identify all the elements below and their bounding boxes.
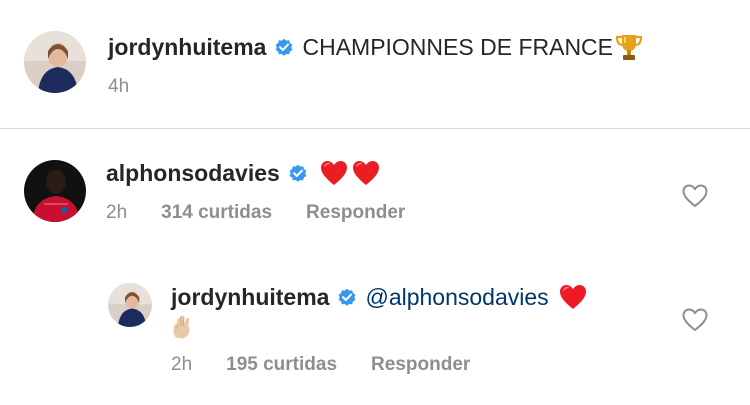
reply-mention-link[interactable]: @alphonsodavies (365, 284, 548, 311)
reply-likes-count[interactable]: 195 curtidas (226, 354, 337, 376)
comment-meta: 2h 314 curtidas Responder (106, 202, 439, 224)
reply-line: jordynhuitema @alphonsodavies (171, 282, 587, 312)
comment-line: alphonsodavies (106, 158, 380, 188)
post-time: 4h (108, 76, 130, 97)
post-caption-line: jordynhuitema CHAMPIONNES DE FRANCE (108, 32, 643, 62)
divider (0, 128, 750, 129)
verified-badge-icon (288, 163, 308, 183)
reply-time: 2h (171, 354, 193, 375)
red-heart-icon (559, 284, 587, 310)
comment-likes-count[interactable]: 314 curtidas (161, 202, 272, 224)
trophy-icon (615, 32, 643, 62)
verified-badge-icon (337, 287, 357, 307)
reply-author-avatar[interactable] (108, 283, 152, 327)
post-meta: 4h (108, 76, 129, 98)
reply-meta: 2h 195 curtidas Responder (171, 354, 504, 376)
post-author-username[interactable]: jordynhuitema (108, 34, 266, 61)
reply-author-username[interactable]: jordynhuitema (171, 284, 329, 311)
comment-like-heart-icon[interactable] (682, 184, 708, 208)
post-caption-text: CHAMPIONNES DE FRANCE (302, 33, 614, 60)
comment-author-avatar[interactable] (24, 160, 86, 222)
verified-badge-icon (274, 37, 294, 57)
comment-reply-button[interactable]: Responder (306, 202, 405, 224)
crossed-fingers-icon (171, 314, 193, 340)
reply-line-2 (171, 313, 193, 341)
post-author-avatar[interactable] (24, 31, 86, 93)
red-heart-icon (352, 160, 380, 186)
red-heart-icon (320, 160, 348, 186)
comment-time: 2h (106, 202, 128, 223)
reply-like-heart-icon[interactable] (682, 308, 708, 332)
comment-author-username[interactable]: alphonsodavies (106, 160, 280, 187)
reply-reply-button[interactable]: Responder (371, 354, 470, 376)
